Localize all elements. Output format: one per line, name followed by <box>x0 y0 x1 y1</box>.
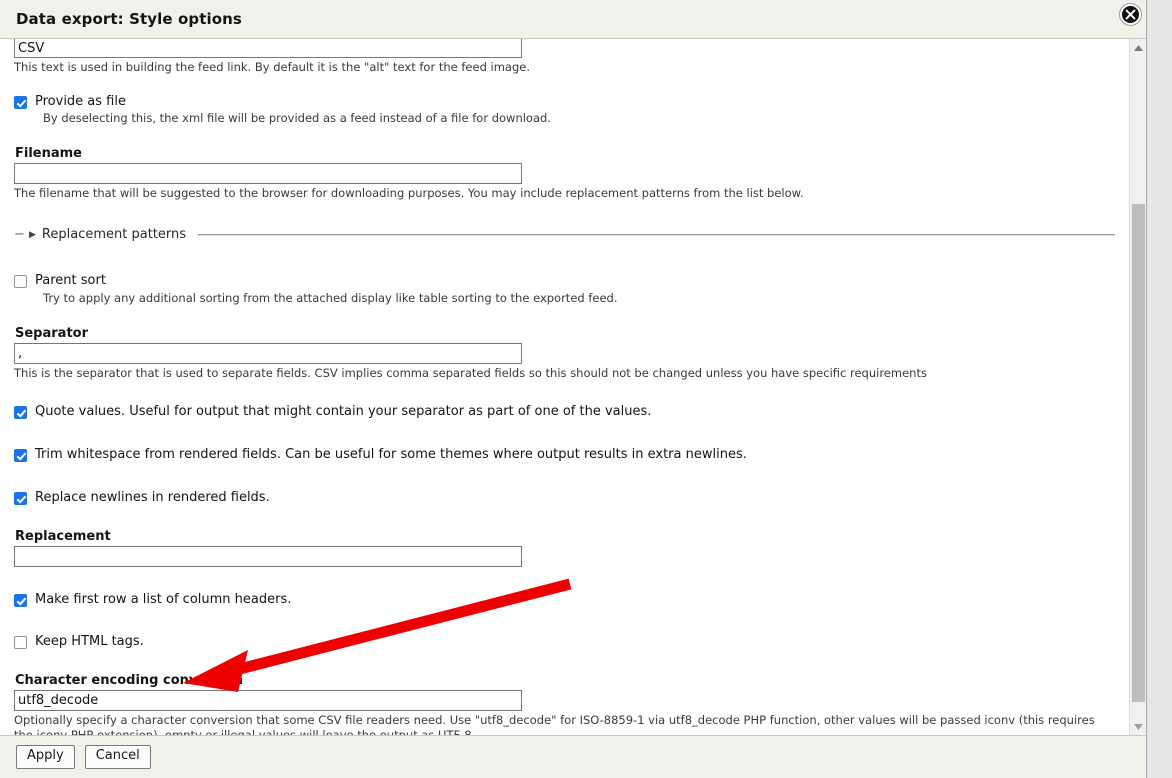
provide-as-file-row[interactable]: Provide as file <box>14 94 1115 111</box>
character-encoding-field-group: Character encoding conversion Optionally… <box>14 673 1115 735</box>
character-encoding-description: Optionally specify a character conversio… <box>14 712 1095 735</box>
parent-sort-row[interactable]: Parent sort <box>14 273 1115 290</box>
feed-title-description: This text is used in building the feed l… <box>14 60 531 74</box>
separator-label: Separator <box>15 325 88 341</box>
keep-html-tags-label: Keep HTML tags. <box>35 633 144 649</box>
parent-sort-group: Parent sort Try to apply any additional … <box>14 273 1115 306</box>
provide-as-file-description: By deselecting this, the xml file will b… <box>43 111 551 126</box>
provide-as-file-checkbox[interactable] <box>14 95 27 109</box>
keep-html-tags-checkbox[interactable] <box>14 635 27 649</box>
character-encoding-input[interactable] <box>14 689 522 711</box>
replacement-input[interactable] <box>14 546 522 568</box>
filename-input[interactable] <box>14 162 522 184</box>
quote-values-label: Quote values. Useful for output that mig… <box>35 404 652 420</box>
feed-title-field-group: This text is used in building the feed l… <box>14 39 1115 76</box>
triangle-down-icon[interactable] <box>1130 718 1147 735</box>
trim-whitespace-row[interactable]: Trim whitespace from rendered fields. Ca… <box>14 447 1115 464</box>
trim-whitespace-checkbox[interactable] <box>14 449 27 463</box>
close-icon[interactable] <box>1120 4 1141 25</box>
keep-html-tags-row[interactable]: Keep HTML tags. <box>14 634 1115 651</box>
replace-newlines-label: Replace newlines in rendered fields. <box>35 490 270 506</box>
filename-field-group: Filename The filename that will be sugge… <box>14 146 1115 202</box>
page-title: Data export: Style options <box>16 10 242 28</box>
filename-description: The filename that will be suggested to t… <box>14 185 804 200</box>
dialog-footer: Apply Cancel <box>0 735 1146 778</box>
triangle-up-icon[interactable] <box>1130 39 1147 56</box>
first-row-headers-checkbox[interactable] <box>14 594 27 608</box>
filename-label: Filename <box>15 145 82 161</box>
first-row-headers-row[interactable]: Make first row a list of column headers. <box>14 592 1115 609</box>
replacement-patterns-legend[interactable]: Replacement patterns <box>42 227 186 242</box>
replacement-label: Replacement <box>15 529 111 545</box>
first-row-headers-label: Make first row a list of column headers. <box>35 592 292 608</box>
quote-values-row[interactable]: Quote values. Useful for output that mig… <box>14 404 1115 421</box>
replace-newlines-checkbox[interactable] <box>14 492 27 506</box>
dialog-body-wrapper: This text is used in building the feed l… <box>0 39 1146 735</box>
apply-button[interactable]: Apply <box>16 745 75 769</box>
separator-input[interactable] <box>14 342 522 364</box>
feed-title-input[interactable] <box>14 39 522 58</box>
replacement-field-group: Replacement <box>14 529 1115 568</box>
scrollbar-thumb[interactable] <box>1132 204 1145 702</box>
data-export-style-options-dialog: Data export: Style options This text is … <box>0 0 1147 778</box>
minus-icon[interactable]: − <box>14 228 25 241</box>
triangle-right-icon[interactable]: ▶ <box>29 230 36 240</box>
separator-field-group: Separator This is the separator that is … <box>14 326 1115 382</box>
vertical-scrollbar[interactable] <box>1129 39 1146 735</box>
parent-sort-label: Parent sort <box>35 273 106 289</box>
provide-as-file-group: Provide as file By deselecting this, the… <box>14 94 1115 127</box>
dialog-scroll-content: This text is used in building the feed l… <box>0 39 1129 735</box>
legend-divider <box>198 234 1115 237</box>
character-encoding-label: Character encoding conversion <box>15 672 243 688</box>
quote-values-checkbox[interactable] <box>14 406 27 420</box>
cancel-button[interactable]: Cancel <box>84 745 151 769</box>
trim-whitespace-label: Trim whitespace from rendered fields. Ca… <box>35 447 747 463</box>
dialog-header: Data export: Style options <box>0 0 1146 39</box>
parent-sort-checkbox[interactable] <box>14 275 27 289</box>
provide-as-file-label: Provide as file <box>35 93 126 109</box>
replace-newlines-row[interactable]: Replace newlines in rendered fields. <box>14 490 1115 507</box>
separator-description: This is the separator that is used to se… <box>14 365 927 380</box>
replacement-patterns-legend-row[interactable]: − ▶ Replacement patterns <box>14 227 1115 242</box>
parent-sort-description: Try to apply any additional sorting from… <box>43 291 618 306</box>
